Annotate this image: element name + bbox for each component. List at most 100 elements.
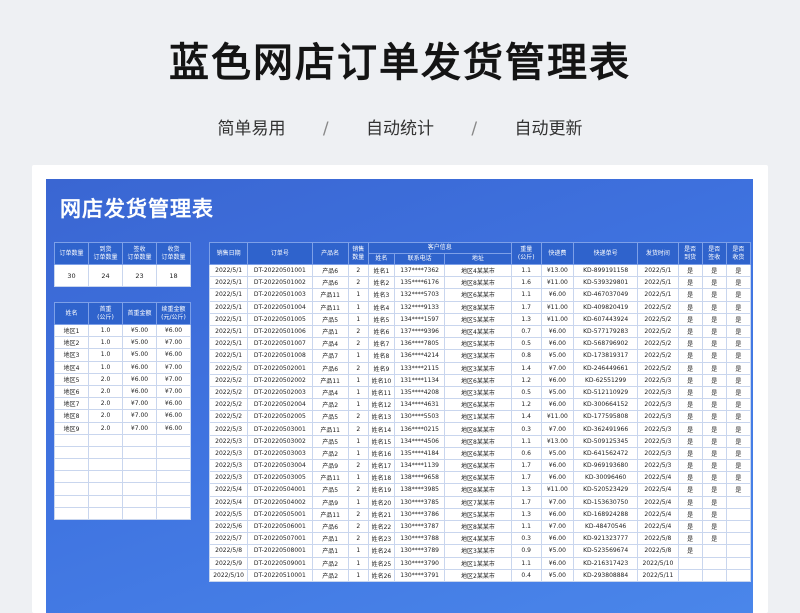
table-cell[interactable]: ¥7.00 bbox=[540, 495, 574, 509]
table-cell[interactable]: 137****9396 bbox=[393, 324, 446, 339]
table-cell[interactable]: 是 bbox=[725, 422, 752, 436]
table-cell[interactable]: 姓名4 bbox=[367, 300, 395, 314]
table-cell[interactable]: ¥5.00 bbox=[540, 544, 574, 558]
table-cell[interactable]: 1 bbox=[347, 373, 369, 387]
table-cell[interactable] bbox=[156, 458, 191, 472]
table-cell[interactable]: 1.4 bbox=[510, 361, 542, 375]
table-cell[interactable]: 产品11 bbox=[311, 288, 349, 302]
table-cell[interactable]: 2 bbox=[347, 507, 369, 521]
table-cell[interactable]: 地区4某某市 bbox=[444, 324, 512, 339]
table-cell[interactable]: KD-921323777 bbox=[572, 532, 639, 546]
table-cell[interactable]: KD-48470546 bbox=[572, 519, 639, 534]
table-cell[interactable]: 137****7362 bbox=[393, 263, 446, 278]
table-cell[interactable]: 2 bbox=[347, 324, 369, 339]
table-cell[interactable]: 是 bbox=[677, 544, 703, 558]
table-cell[interactable]: 1.2 bbox=[510, 373, 542, 387]
table-cell[interactable]: 1.0 bbox=[88, 323, 123, 338]
table-cell[interactable]: ¥11.00 bbox=[540, 276, 574, 290]
table-cell[interactable]: 2022/5/10 bbox=[637, 556, 679, 570]
table-cell[interactable]: ¥7.00 bbox=[156, 372, 191, 386]
table-cell[interactable]: 2022/5/1 bbox=[637, 263, 679, 278]
table-cell[interactable]: ¥11.00 bbox=[540, 312, 574, 326]
table-cell[interactable]: 2.0 bbox=[88, 372, 123, 386]
table-cell[interactable]: 2022/5/2 bbox=[208, 410, 249, 424]
table-cell[interactable]: KD-409820419 bbox=[572, 300, 639, 314]
table-cell[interactable]: 姓名1 bbox=[367, 263, 395, 278]
table-cell[interactable]: 2022/5/2 bbox=[637, 324, 679, 339]
table-cell[interactable]: 2022/5/1 bbox=[208, 337, 249, 351]
table-cell[interactable]: 地区4某某市 bbox=[444, 532, 512, 546]
table-cell[interactable]: KD-177595808 bbox=[572, 410, 639, 424]
table-cell[interactable]: 地区1某某市 bbox=[444, 556, 512, 570]
table-cell[interactable] bbox=[725, 532, 752, 546]
table-cell[interactable]: 是 bbox=[677, 483, 703, 497]
table-cell[interactable]: 2022/5/1 bbox=[208, 300, 249, 314]
table-cell[interactable]: ¥6.00 bbox=[156, 421, 191, 435]
table-cell[interactable]: ¥7.00 bbox=[540, 519, 574, 534]
table-cell[interactable]: 130****3787 bbox=[393, 519, 446, 534]
table-cell[interactable]: 是 bbox=[701, 422, 727, 436]
table-cell[interactable]: 是 bbox=[701, 312, 727, 326]
table-cell[interactable]: KD-539329801 bbox=[572, 276, 639, 290]
table-cell[interactable]: 是 bbox=[677, 519, 703, 534]
table-cell[interactable]: 130****3790 bbox=[393, 556, 446, 570]
table-cell[interactable]: DT-20220504001 bbox=[247, 483, 313, 497]
table-cell[interactable]: 地区6某某市 bbox=[444, 288, 512, 302]
table-cell[interactable]: 产品5 bbox=[311, 312, 349, 326]
table-cell[interactable]: 134****4506 bbox=[393, 434, 446, 448]
table-cell[interactable]: 是 bbox=[725, 446, 752, 461]
table-cell[interactable]: 2022/5/4 bbox=[637, 483, 679, 497]
table-cell[interactable]: DT-20220502003 bbox=[247, 385, 313, 400]
table-cell[interactable]: 姓名21 bbox=[367, 507, 395, 521]
table-cell[interactable]: ¥13.00 bbox=[540, 434, 574, 448]
table-cell[interactable]: 是 bbox=[677, 276, 703, 290]
table-cell[interactable]: 地区4某某市 bbox=[444, 263, 512, 278]
table-cell[interactable]: ¥6.00 bbox=[540, 373, 574, 387]
table-cell[interactable]: ¥7.00 bbox=[122, 397, 157, 411]
table-cell[interactable]: 姓名8 bbox=[367, 349, 395, 363]
table-cell[interactable]: ¥6.00 bbox=[540, 458, 574, 473]
table-cell[interactable]: DT-20220502005 bbox=[247, 410, 313, 424]
table-cell[interactable]: 地区7 bbox=[54, 397, 89, 411]
table-cell[interactable]: 1.7 bbox=[510, 300, 542, 314]
table-cell[interactable]: KD-523569674 bbox=[572, 544, 639, 558]
table-cell[interactable]: 1 bbox=[347, 385, 369, 400]
table-cell[interactable]: 产品9 bbox=[311, 495, 349, 509]
table-cell[interactable]: 2022/5/4 bbox=[637, 495, 679, 509]
table-cell[interactable]: 0.5 bbox=[510, 337, 542, 351]
table-cell[interactable]: 姓名22 bbox=[367, 519, 395, 534]
table-cell[interactable] bbox=[54, 470, 89, 484]
table-cell[interactable]: 产品1 bbox=[311, 532, 349, 546]
table-cell[interactable]: 132****9133 bbox=[393, 300, 446, 314]
table-cell[interactable] bbox=[122, 482, 157, 496]
table-cell[interactable]: ¥5.00 bbox=[540, 568, 574, 582]
table-cell[interactable] bbox=[88, 482, 123, 496]
table-cell[interactable]: 是 bbox=[725, 324, 752, 339]
table-cell[interactable]: 1 bbox=[347, 398, 369, 412]
table-cell[interactable]: DT-20220504002 bbox=[247, 495, 313, 509]
table-cell[interactable]: 是 bbox=[725, 276, 752, 290]
table-cell[interactable] bbox=[156, 482, 191, 496]
table-cell[interactable]: DT-20220506001 bbox=[247, 519, 313, 534]
table-cell[interactable]: KD-30096460 bbox=[572, 471, 639, 485]
table-cell[interactable]: DT-20220503002 bbox=[247, 434, 313, 448]
table-cell[interactable]: 是 bbox=[701, 288, 727, 302]
table-cell[interactable]: 地区3 bbox=[54, 348, 89, 362]
table-cell[interactable]: 是 bbox=[725, 361, 752, 375]
table-cell[interactable]: 0.6 bbox=[510, 446, 542, 461]
table-cell[interactable]: 2022/5/4 bbox=[208, 483, 249, 497]
table-cell[interactable]: ¥11.00 bbox=[540, 300, 574, 314]
table-cell[interactable]: 2022/5/3 bbox=[208, 471, 249, 485]
table-cell[interactable]: 地区8 bbox=[54, 409, 89, 423]
table-cell[interactable]: 2022/5/2 bbox=[208, 385, 249, 400]
table-cell[interactable]: ¥13.00 bbox=[540, 263, 574, 278]
table-cell[interactable]: 是 bbox=[725, 471, 752, 485]
table-cell[interactable]: 姓名20 bbox=[367, 495, 395, 509]
table-cell[interactable]: ¥5.00 bbox=[540, 349, 574, 363]
table-cell[interactable]: 2022/5/8 bbox=[208, 544, 249, 558]
table-cell[interactable]: 134****4631 bbox=[393, 398, 446, 412]
table-cell[interactable] bbox=[88, 458, 123, 472]
table-cell[interactable]: 是 bbox=[725, 458, 752, 473]
table-cell[interactable]: 姓名12 bbox=[367, 398, 395, 412]
table-cell[interactable]: 130****3786 bbox=[393, 507, 446, 521]
